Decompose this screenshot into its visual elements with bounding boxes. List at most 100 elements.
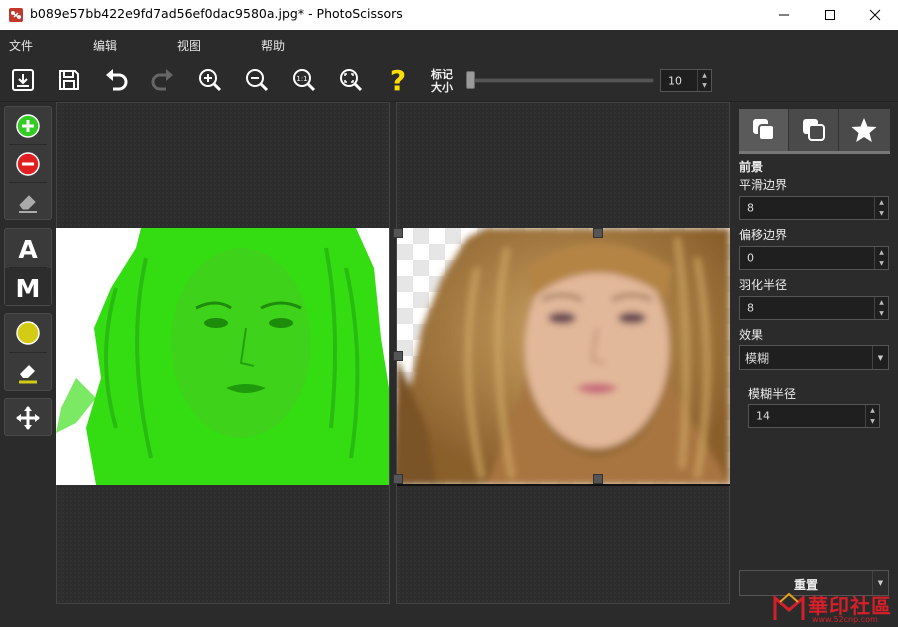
spin-up-icon[interactable]: ▲ bbox=[866, 405, 879, 416]
watermark-logo-icon bbox=[773, 592, 805, 620]
tab-favorites[interactable] bbox=[839, 109, 889, 151]
minimize-button[interactable] bbox=[761, 0, 807, 30]
eraser-icon bbox=[19, 194, 37, 213]
menu-help[interactable]: 帮助 bbox=[261, 37, 285, 54]
menu-edit[interactable]: 编辑 bbox=[93, 37, 117, 54]
add-foreground-marker-icon bbox=[16, 113, 40, 138]
feather-radius-spinbox[interactable]: 8 ▲ ▼ bbox=[739, 296, 889, 320]
color-picker-button[interactable] bbox=[5, 314, 51, 351]
undo-button[interactable] bbox=[101, 65, 131, 95]
blur-radius-label: 模糊半径 bbox=[748, 387, 797, 401]
spin-down-icon[interactable]: ▼ bbox=[875, 308, 888, 319]
tab-foreground[interactable] bbox=[739, 109, 789, 151]
spin-down-icon[interactable]: ▼ bbox=[875, 258, 888, 269]
foreground-tab-icon bbox=[752, 119, 775, 141]
mode-tool-group: A M bbox=[4, 228, 52, 306]
marker-size-spinbox[interactable]: 10 ▲ ▼ bbox=[660, 69, 712, 92]
section-title: 前景 bbox=[739, 160, 764, 174]
crop-handle-top-left[interactable] bbox=[393, 228, 403, 238]
spin-down-icon[interactable]: ▼ bbox=[875, 208, 888, 219]
zoom-actual-button[interactable]: 1:1 bbox=[289, 65, 319, 95]
tab-background[interactable] bbox=[789, 109, 839, 151]
spin-up-icon[interactable]: ▲ bbox=[698, 70, 711, 81]
blur-radius-value: 14 bbox=[756, 409, 770, 423]
spin-up-icon[interactable]: ▲ bbox=[875, 297, 888, 308]
feather-radius-label: 羽化半径 bbox=[739, 278, 788, 292]
watermark-url: www.52cnp.com bbox=[812, 615, 878, 624]
auto-mode-icon: A bbox=[18, 235, 38, 261]
feather-radius-value: 8 bbox=[747, 301, 754, 315]
background-marker-button[interactable] bbox=[5, 145, 51, 182]
move-button[interactable] bbox=[5, 399, 51, 436]
panel-tabs bbox=[739, 109, 890, 154]
eraser-button[interactable] bbox=[5, 183, 51, 220]
auto-mode-button[interactable]: A bbox=[5, 229, 51, 266]
effect-label: 效果 bbox=[739, 328, 764, 342]
app-icon bbox=[9, 8, 23, 22]
marker-tool-group bbox=[4, 106, 52, 220]
smooth-edge-spinbox[interactable]: 8 ▲ ▼ bbox=[739, 196, 889, 220]
add-background-marker-icon bbox=[16, 151, 40, 176]
crop-handle-bottom-left[interactable] bbox=[393, 474, 403, 484]
zoom-out-icon bbox=[246, 69, 269, 92]
minimize-icon bbox=[779, 14, 789, 16]
menu-bar: 文件 编辑 视图 帮助 bbox=[0, 30, 898, 58]
crop-handle-left[interactable] bbox=[393, 351, 403, 361]
chevron-down-icon: ▼ bbox=[872, 346, 888, 369]
blur-radius-spinbox[interactable]: 14 ▲ ▼ bbox=[748, 404, 880, 428]
smooth-edge-label: 平滑边界 bbox=[739, 178, 788, 192]
offset-edge-label: 偏移边界 bbox=[739, 228, 788, 242]
color-eraser-button[interactable] bbox=[5, 353, 51, 390]
title-bar: b089e57bb422e9fd7ad56ef0dac9580a.jpg* - … bbox=[0, 0, 898, 30]
zoom-fit-button[interactable] bbox=[336, 65, 366, 95]
save-button[interactable] bbox=[54, 65, 84, 95]
close-icon bbox=[869, 9, 881, 21]
open-icon bbox=[12, 69, 34, 91]
foreground-marker-button[interactable] bbox=[5, 107, 51, 144]
effect-select[interactable]: 模糊 ▼ bbox=[739, 345, 889, 370]
maximize-button[interactable] bbox=[807, 0, 853, 30]
zoom-in-icon bbox=[199, 69, 222, 92]
close-button[interactable] bbox=[852, 0, 898, 30]
svg-text:A: A bbox=[18, 235, 38, 261]
favorites-tab-icon bbox=[851, 118, 877, 142]
spin-down-icon[interactable]: ▼ bbox=[866, 416, 879, 427]
menu-file[interactable]: 文件 bbox=[9, 37, 33, 54]
offset-edge-value: 0 bbox=[747, 251, 754, 265]
manual-mode-button[interactable]: M bbox=[5, 268, 51, 305]
background-tab-icon bbox=[802, 119, 825, 141]
redo-button[interactable] bbox=[148, 65, 178, 95]
result-image[interactable] bbox=[397, 228, 730, 485]
marker-size-slider[interactable] bbox=[468, 78, 654, 83]
marker-size-value: 10 bbox=[668, 74, 682, 87]
svg-text:1:1: 1:1 bbox=[296, 75, 307, 83]
color-picker-icon bbox=[16, 320, 40, 345]
crop-handle-bottom[interactable] bbox=[593, 474, 603, 484]
spin-up-icon[interactable]: ▲ bbox=[875, 197, 888, 208]
help-icon: ? bbox=[390, 66, 406, 94]
smooth-edge-value: 8 bbox=[747, 201, 754, 215]
marker-size-label: 标记 大小 bbox=[431, 68, 453, 94]
window-title: b089e57bb422e9fd7ad56ef0dac9580a.jpg* - … bbox=[30, 6, 403, 21]
marked-image[interactable] bbox=[56, 228, 389, 485]
zoom-actual-icon: 1:1 bbox=[293, 69, 316, 92]
spin-down-icon[interactable]: ▼ bbox=[698, 81, 711, 92]
menu-view[interactable]: 视图 bbox=[177, 37, 201, 54]
color-tool-group bbox=[4, 313, 52, 391]
open-button[interactable] bbox=[8, 65, 38, 95]
help-button[interactable]: ? bbox=[383, 65, 413, 95]
spin-up-icon[interactable]: ▲ bbox=[875, 247, 888, 258]
crop-handle-top[interactable] bbox=[593, 228, 603, 238]
zoom-in-button[interactable] bbox=[195, 65, 225, 95]
svg-text:M: M bbox=[16, 274, 41, 300]
move-icon bbox=[16, 405, 40, 430]
zoom-out-button[interactable] bbox=[242, 65, 272, 95]
zoom-fit-icon bbox=[340, 69, 363, 92]
manual-mode-icon: M bbox=[16, 274, 41, 300]
move-tool-group bbox=[4, 398, 52, 436]
undo-icon bbox=[106, 69, 128, 91]
watermark: 華印社區 www.52cnp.com bbox=[770, 590, 898, 627]
marker-size-slider-thumb[interactable] bbox=[466, 71, 475, 89]
offset-edge-spinbox[interactable]: 0 ▲ ▼ bbox=[739, 246, 889, 270]
marked-photo-graphic bbox=[56, 228, 389, 485]
